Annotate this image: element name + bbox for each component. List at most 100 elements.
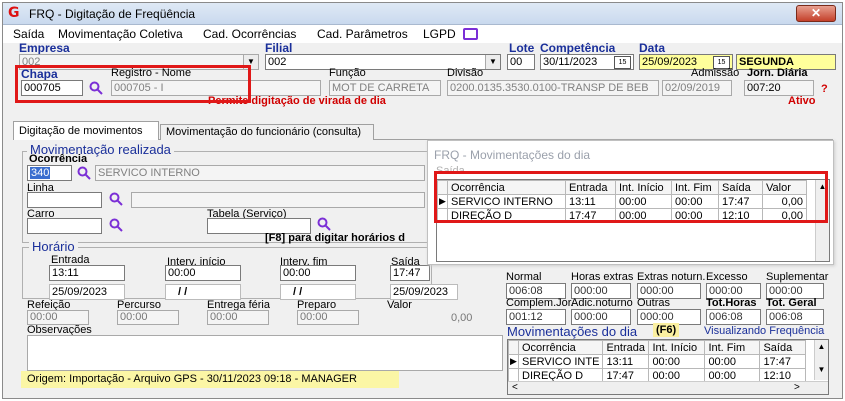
close-button[interactable]: ✕ (796, 5, 836, 22)
horas-extras-label: Horas extras (571, 271, 634, 283)
highlight-chapa (15, 65, 251, 103)
tab-movimentacao-funcionario[interactable]: Movimentação do funcionário (consulta) (160, 124, 374, 140)
vertical-scrollbar[interactable]: ▲ ▼ (814, 340, 828, 380)
competencia-field[interactable]: 30/11/2023 15 (540, 54, 634, 70)
carro-field[interactable] (27, 218, 102, 234)
admissao-field: 02/09/2019 (662, 80, 732, 96)
funcao-label: Função (329, 67, 366, 79)
search-icon[interactable] (77, 166, 91, 180)
interv-inicio-field[interactable]: 00:00 (165, 265, 241, 281)
search-icon[interactable] (109, 218, 123, 232)
admissao-label: Admissão (691, 67, 740, 79)
cell: 00:00 (648, 354, 706, 369)
horario-title: Horário (29, 239, 78, 254)
tab-digitacao[interactable]: Digitação de movimentos (13, 121, 159, 140)
cell: SERVICO INTE (517, 354, 604, 369)
indicator-header (508, 340, 519, 355)
suplementar-label: Suplementar (766, 271, 829, 283)
complem-field: 001:12 (506, 309, 566, 325)
chevron-up-icon[interactable]: ▲ (815, 342, 828, 351)
monitor-icon[interactable] (463, 28, 478, 40)
tot-horas-label: Tot.Horas (706, 297, 757, 309)
menu-movimentacao-coletiva[interactable]: Movimentação Coletiva (58, 27, 183, 41)
row-pointer-icon: ▶ (508, 354, 519, 369)
complem-label: Complem.Jor. (506, 297, 574, 309)
empresa-label: Empresa (19, 41, 70, 55)
chevron-down-icon[interactable]: ▼ (485, 55, 500, 69)
col-saida[interactable]: Saída (759, 340, 807, 355)
status-badge: Ativo (788, 95, 816, 107)
f8-hint: [F8] para digitar horários d (265, 232, 405, 244)
chevron-right-icon[interactable]: > (794, 382, 800, 393)
table-row[interactable]: ▶ SERVICO INTE 13:11 00:00 00:00 17:47 (508, 354, 807, 369)
preparo-field[interactable]: 00:00 (297, 310, 359, 325)
popup-title: FRQ - Movimentações do dia (434, 148, 591, 162)
normal-label: Normal (506, 271, 542, 283)
data-label: Data (639, 41, 666, 55)
funcao-field: MOT DE CARRETA (329, 80, 441, 96)
search-icon[interactable] (317, 217, 331, 231)
origem-text: Origem: Importação - Arquivo GPS - 30/11… (27, 373, 357, 385)
observacoes-field[interactable] (27, 335, 503, 371)
lote-field[interactable]: 00 (507, 54, 535, 70)
linha-desc-field (131, 192, 425, 208)
menu-bar: Saída Movimentação Coletiva Cad. Ocorrên… (3, 25, 842, 43)
chevron-down-icon[interactable]: ▼ (815, 365, 828, 374)
calendar-icon[interactable]: 15 (614, 56, 631, 69)
col-int-fim[interactable]: Int. Fim (704, 340, 761, 355)
day-moves-popup: FRQ - Movimentações do dia Saída Ocorrên… (427, 140, 834, 265)
percurso-field[interactable]: 00:00 (117, 310, 179, 325)
cell: 00:00 (704, 354, 761, 369)
help-icon[interactable]: ? (821, 83, 828, 95)
menu-cad-parametros[interactable]: Cad. Parâmetros (317, 27, 408, 41)
ocorrencia-label: Ocorrência (29, 153, 88, 165)
valor-label: Valor (387, 299, 412, 311)
adic-noturno-field: 000:00 (571, 309, 631, 325)
saida-field[interactable]: 17:47 (390, 265, 430, 281)
menu-lgpd[interactable]: LGPD (423, 27, 456, 41)
interv-fim-field[interactable]: 00:00 (280, 265, 356, 281)
col-int-inicio[interactable]: Int. Início (648, 340, 706, 355)
app-logo-icon: G (8, 5, 20, 21)
ocorrencia-desc-field: SERVICO INTERNO (95, 165, 425, 181)
interv-fim-date-field[interactable]: / / (280, 284, 356, 300)
main-window: G FRQ - Digitação de Freqüência ✕ Saída … (2, 2, 843, 399)
refeicao-field[interactable]: 00:00 (27, 310, 89, 325)
chevron-left-icon[interactable]: < (512, 382, 518, 393)
excesso-label: Excesso (706, 271, 748, 283)
jornada-label: Jorn. Diária (747, 67, 808, 79)
day-moves-title: Movimentações do dia (507, 324, 638, 339)
col-entrada[interactable]: Entrada (602, 340, 650, 355)
horizontal-scrollbar[interactable]: < > (508, 381, 828, 394)
divisao-field: 0200.0135.3530.0100-TRANSP DE BEB (447, 80, 659, 96)
search-icon[interactable] (109, 192, 123, 206)
grid-header-row: Ocorrência Entrada Int. Início Int. Fim … (508, 340, 807, 355)
viewing-label[interactable]: Visualizando Frequência (704, 325, 824, 337)
divisao-label: Divisão (447, 67, 484, 79)
f6-key-badge[interactable]: (F6) (653, 323, 680, 337)
tot-geral-label: Tot. Geral (766, 297, 817, 309)
linha-field[interactable] (27, 192, 102, 208)
cell: 13:11 (602, 354, 650, 369)
interv-inicio-date-field[interactable]: / / (165, 284, 241, 300)
highlight-popup-grid (434, 171, 828, 223)
extras-noturn-label: Extras noturn. (637, 271, 706, 283)
title-bar: G FRQ - Digitação de Freqüência ✕ (3, 3, 842, 25)
valor-field[interactable]: 0,00 (451, 312, 472, 324)
saida-date-field[interactable]: 25/09/2023 (390, 284, 458, 300)
jornada-field: 007:20 (744, 80, 814, 96)
menu-saida[interactable]: Saída (13, 27, 44, 41)
entrega-field[interactable]: 00:00 (207, 310, 269, 325)
lote-label: Lote (509, 41, 535, 55)
adic-noturno-label: Adic.noturno (571, 297, 633, 309)
entrada-field[interactable]: 13:11 (49, 265, 125, 281)
competencia-label: Competência (540, 41, 616, 55)
ocorrencia-code-field[interactable]: 340 (27, 165, 72, 181)
tot-geral-field: 006:08 (766, 309, 824, 325)
filial-label: Filial (265, 41, 293, 55)
menu-cad-ocorrencias[interactable]: Cad. Ocorrências (203, 27, 296, 41)
day-moves-grid[interactable]: Ocorrência Entrada Int. Início Int. Fim … (507, 339, 829, 395)
entrada-date-field[interactable]: 25/09/2023 (49, 284, 125, 300)
outras-label: Outras (637, 297, 671, 309)
col-ocorrencia[interactable]: Ocorrência (517, 340, 604, 355)
